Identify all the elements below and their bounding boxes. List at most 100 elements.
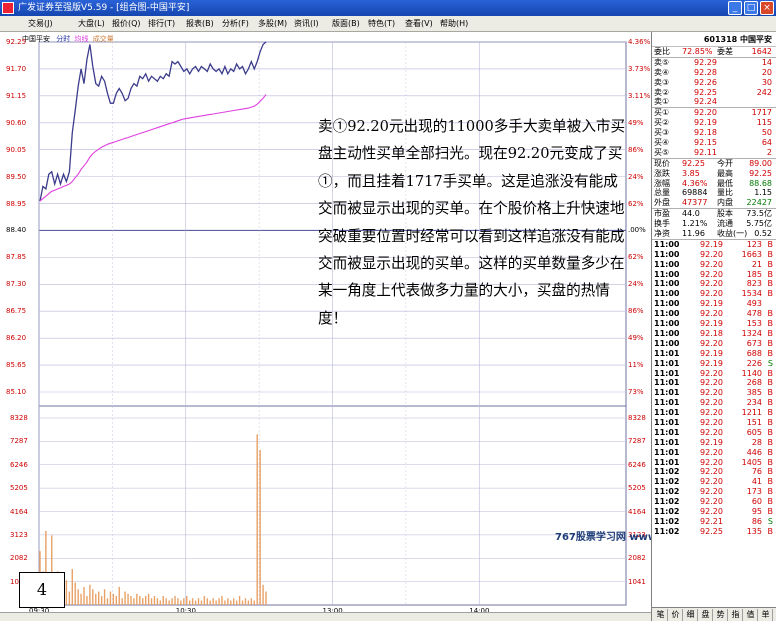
legend-stock-name: 中国平安 [22,35,50,43]
tick-side: B [767,477,774,487]
quote-tab-5[interactable]: 指 [729,609,743,621]
tick-row: 11:02 92.21 86 S [652,517,776,527]
quote-tab-2[interactable]: 细 [684,609,698,621]
tick-time: 11:02 [654,477,680,487]
maximize-button[interactable]: □ [744,1,758,15]
tick-volume: 1324 [741,328,762,338]
tick-row: 11:01 92.20 151 B [652,418,776,428]
stat-label: 量比 [717,188,733,198]
tick-side: B [767,368,774,378]
percent-tick-label: 3.73% [628,64,651,73]
diff-label: 委差 [717,47,733,56]
tick-time: 11:01 [654,437,680,447]
tick-row: 11:00 92.20 478 B [652,309,776,319]
menu-item-6[interactable]: 多股(M) [258,16,287,31]
status-bar [0,612,651,621]
tick-volume: 135 [746,526,762,536]
menu-item-8[interactable]: 版面(B) [332,16,360,31]
tick-row: 11:01 92.20 446 B [652,448,776,458]
stat-label: 今开 [717,158,733,168]
tick-side: B [767,487,774,497]
tick-side: B [767,457,774,467]
tick-row: 11:00 92.20 1663 B [652,250,776,260]
volume-tick-label-right: 1041 [628,577,646,586]
stat-value: 92.25 [682,158,705,168]
menu-item-1[interactable]: 大盘(L) [78,16,105,31]
tick-volume: 60 [751,497,762,507]
tick-volume: 493 [746,299,762,309]
stat-label: 内盘 [717,198,733,208]
percent-tick-label: 62% [628,253,644,262]
bid-label: 买⑤ [654,147,670,157]
tick-price: 92.20 [700,408,723,418]
tick-price: 92.20 [700,427,723,437]
volume-tick-label-right: 4164 [628,507,646,516]
menu-item-4[interactable]: 报表(B) [186,16,214,31]
tick-price: 92.20 [700,259,723,269]
stat-label: 涨幅 [654,178,670,188]
quote-tab-3[interactable]: 盘 [699,609,713,621]
tick-price: 92.18 [700,328,723,338]
tick-row: 11:01 92.20 605 B [652,428,776,438]
tick-row: 11:00 92.20 1534 B [652,289,776,299]
bid-price: 92.18 [694,128,717,138]
price-line [39,41,267,202]
ask-row-1: 卖① 92.24 [652,97,776,107]
ask-price: 92.28 [694,67,717,77]
tick-volume: 123 [746,239,762,249]
tick-side: B [767,348,774,358]
tick-price: 92.20 [700,338,723,348]
tick-row: 11:00 92.20 673 B [652,339,776,349]
tick-side: B [767,388,774,398]
legend-avg: 均线 [74,35,89,43]
tick-row: 11:01 92.20 234 B [652,398,776,408]
app-logo-icon [2,2,14,14]
bid-row-4: 买④ 92.15 64 [652,138,776,148]
ask-price: 92.26 [694,77,717,87]
bid-row-2: 买② 92.19 115 [652,118,776,128]
menu-item-3[interactable]: 排行(T) [148,16,175,31]
ratio-label: 委比 [654,47,670,56]
tick-volume: 153 [746,319,762,329]
percent-tick-label: 62% [628,199,644,208]
menu-item-2[interactable]: 报价(Q) [112,16,141,31]
tick-volume: 823 [746,279,762,289]
quote-tab-4[interactable]: 势 [714,609,728,621]
bid-row-1: 买① 92.20 1717 [652,108,776,118]
close-button[interactable]: × [760,1,774,15]
tick-volume: 234 [746,398,762,408]
minimize-button[interactable]: _ [728,1,742,15]
quote-tab-7[interactable]: 单 [759,609,773,621]
tick-price: 92.19 [700,437,723,447]
tick-volume: 1663 [741,249,762,259]
tick-time: 11:00 [654,279,680,289]
tick-row: 11:00 92.20 823 B [652,279,776,289]
tick-side: S [767,358,773,368]
tick-side: B [767,506,774,516]
ask-volume: 20 [761,67,772,77]
tick-price: 92.20 [700,309,723,319]
quote-tab-1[interactable]: 价 [669,609,683,621]
menu-item-0[interactable]: 交易(J) [28,16,53,31]
tick-price: 92.20 [700,398,723,408]
stat-label: 换手 [654,219,670,229]
stat-value: 88.68 [749,178,772,188]
menu-item-11[interactable]: 帮助(H) [440,16,468,31]
order-ratio-row: 委比 72.85% 委差 1642 [652,47,776,57]
tick-volume: 478 [746,309,762,319]
volume-tick-label-left: 8328 [10,414,28,422]
menu-item-5[interactable]: 分析(F) [222,16,249,31]
tick-time: 11:02 [654,497,680,507]
tick-side: B [767,279,774,289]
bid-row-3: 买③ 92.18 50 [652,128,776,138]
tick-volume: 21 [751,259,762,269]
menu-item-9[interactable]: 特色(T) [368,16,395,31]
percent-tick-label: 24% [628,280,644,289]
menu-item-10[interactable]: 查看(V) [405,16,433,31]
menu-item-7[interactable]: 资讯(I) [294,16,319,31]
quote-tab-0[interactable]: 笔 [654,609,668,621]
tick-time: 11:01 [654,427,680,437]
stat-row: 现价 92.25 今开 89.00 [652,159,776,169]
tick-row: 11:01 92.19 688 B [652,349,776,359]
quote-tab-6[interactable]: 值 [744,609,758,621]
